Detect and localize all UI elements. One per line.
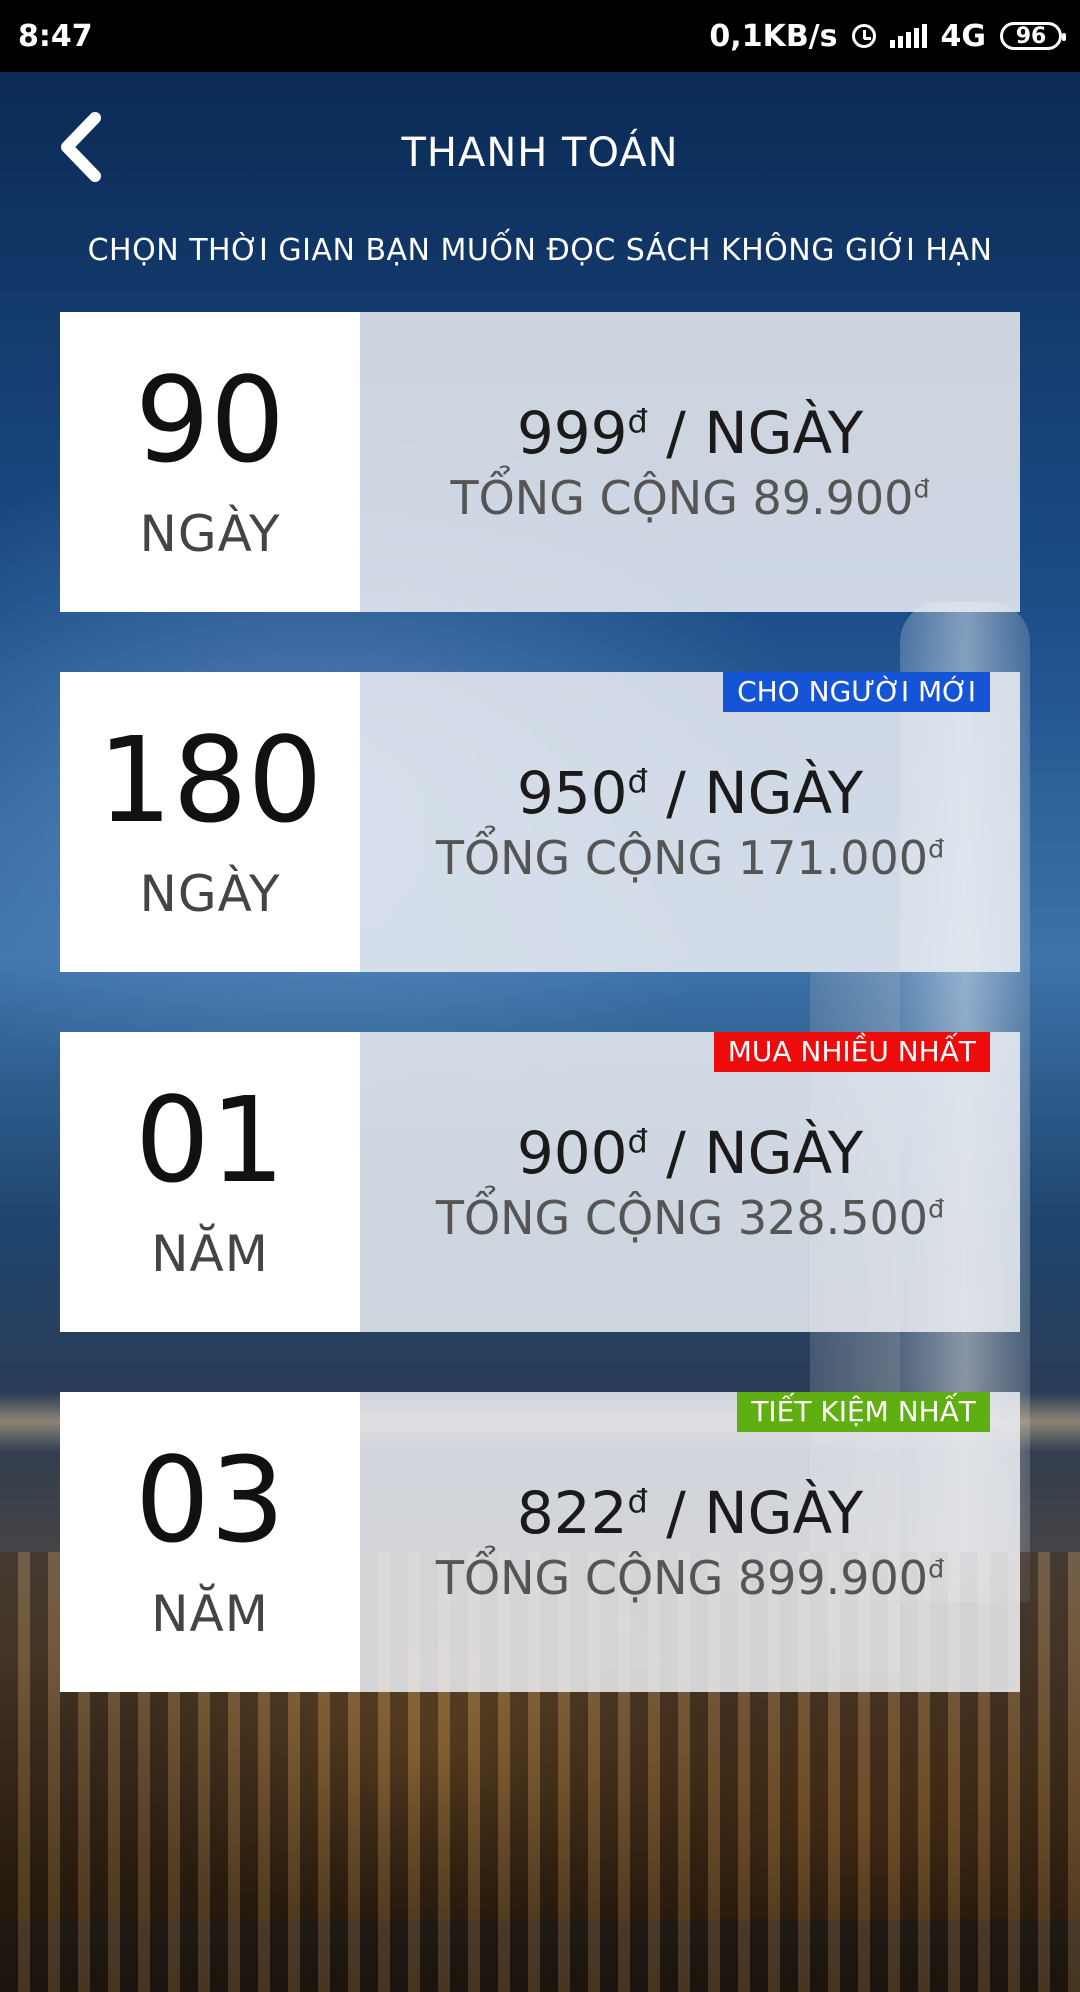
plan-pricing: 999đ / NGÀY TỔNG CỘNG 89.900đ [360,312,1020,612]
header: THANH TOÁN [0,72,1080,232]
plan-pricing: MUA NHIỀU NHẤT 900đ / NGÀY TỔNG CỘNG 328… [360,1032,1020,1332]
plan-duration: 03 NĂM [60,1392,360,1692]
status-icons: 0,1KB/s 4G 96 [709,18,1066,54]
status-time: 8:47 [18,18,93,54]
plan-card-90-days[interactable]: 90 NGÀY 999đ / NGÀY TỔNG CỘNG 89.900đ [60,312,1020,612]
network-type: 4G [940,18,987,54]
price-per-day: 900đ / NGÀY [516,1119,864,1187]
plan-unit: NGÀY [139,505,281,563]
signal-icon [889,24,927,48]
plan-unit: NĂM [151,1585,269,1643]
price-total: TỔNG CỘNG 328.500đ [435,1191,945,1245]
plan-card-3-years[interactable]: 03 NĂM TIẾT KIỆM NHẤT 822đ / NGÀY TỔNG C… [60,1392,1020,1692]
plan-unit: NGÀY [139,865,281,923]
plan-duration: 180 NGÀY [60,672,360,972]
plan-amount: 180 [97,711,323,849]
page-subtitle: CHỌN THỜI GIAN BẠN MUỐN ĐỌC SÁCH KHÔNG G… [87,233,993,268]
battery-level: 96 [1015,23,1047,49]
battery-icon: 96 [1000,22,1066,50]
plan-unit: NĂM [151,1225,269,1283]
plan-list: 90 NGÀY 999đ / NGÀY TỔNG CỘNG 89.900đ 18… [60,312,1020,1752]
plan-pricing: TIẾT KIỆM NHẤT 822đ / NGÀY TỔNG CỘNG 899… [360,1392,1020,1692]
plan-card-180-days[interactable]: 180 NGÀY CHO NGƯỜI MỚI 950đ / NGÀY TỔNG … [60,672,1020,972]
alarm-icon [851,24,876,48]
price-per-day: 999đ / NGÀY [516,399,864,467]
badge-best-seller: MUA NHIỀU NHẤT [713,1032,990,1072]
plan-pricing: CHO NGƯỜI MỚI 950đ / NGÀY TỔNG CỘNG 171.… [360,672,1020,972]
status-bar: 8:47 0,1KB/s 4G 96 [0,0,1080,72]
plan-amount: 03 [134,1431,286,1569]
page-title: THANH TOÁN [401,130,679,176]
plan-duration: 01 NĂM [60,1032,360,1332]
plan-amount: 01 [134,1071,286,1209]
plan-card-1-year[interactable]: 01 NĂM MUA NHIỀU NHẤT 900đ / NGÀY TỔNG C… [60,1032,1020,1332]
price-total: TỔNG CỘNG 171.000đ [435,831,945,885]
plan-amount: 90 [134,351,286,489]
network-speed: 0,1KB/s [709,18,838,54]
price-per-day: 950đ / NGÀY [516,759,864,827]
plan-duration: 90 NGÀY [60,312,360,612]
price-total: TỔNG CỘNG 899.900đ [435,1551,945,1605]
badge-new-user: CHO NGƯỜI MỚI [723,672,990,712]
price-total: TỔNG CỘNG 89.900đ [450,471,930,525]
price-per-day: 822đ / NGÀY [516,1479,864,1547]
badge-best-saving: TIẾT KIỆM NHẤT [737,1392,990,1432]
